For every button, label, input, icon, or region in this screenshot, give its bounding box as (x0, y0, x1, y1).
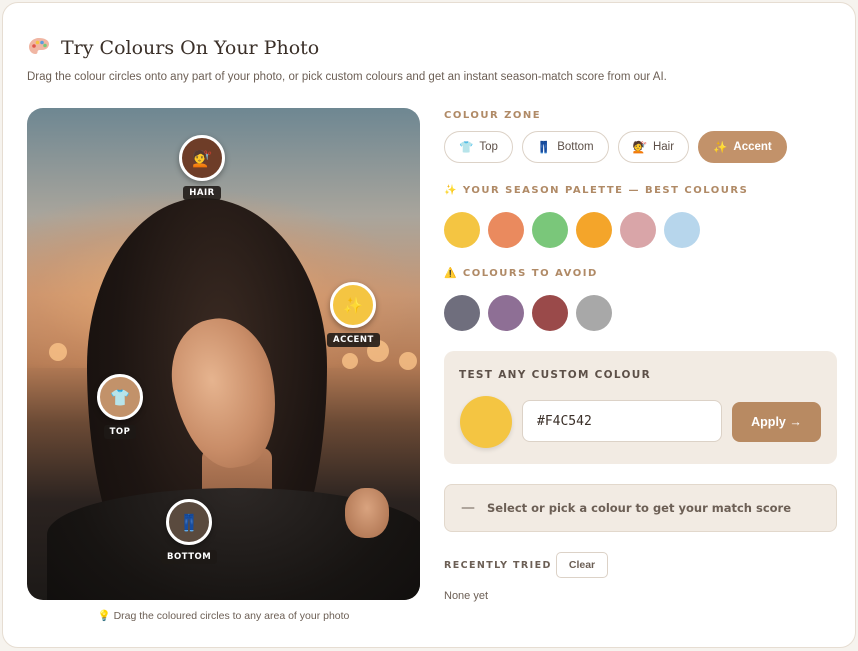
season-palette-label: ✨ YOUR SEASON PALETTE — BEST COLOURS (444, 185, 749, 196)
avoid-swatch[interactable] (444, 295, 480, 331)
t-shirt-icon[interactable]: 👕 (97, 374, 143, 420)
avoid-colours-swatches (444, 295, 612, 331)
marker-top[interactable]: 👕 TOP (97, 374, 143, 439)
clear-button[interactable]: Clear (556, 552, 608, 578)
marker-hair[interactable]: 💇 HAIR (179, 135, 225, 200)
colour-zone-selector: 👕 Top 👖 Bottom 💇 Hair ✨ Accent (444, 131, 787, 163)
header: Try Colours On Your Photo (27, 36, 319, 60)
sparkles-icon[interactable]: ✨ (330, 282, 377, 328)
score-message: Select or pick a colour to get your matc… (487, 501, 792, 515)
hex-colour-input[interactable] (522, 400, 722, 442)
marker-label: BOTTOM (161, 550, 218, 564)
palette-swatch[interactable] (620, 212, 656, 248)
custom-colour-preview[interactable] (460, 396, 512, 448)
sparkles-icon: ✨ (713, 142, 728, 154)
custom-colour-label: TEST ANY CUSTOM COLOUR (459, 369, 651, 381)
palette-swatch[interactable] (488, 212, 524, 248)
zone-label: Hair (652, 141, 675, 153)
page-subtitle: Drag the colour circles onto any part of… (27, 71, 667, 83)
drag-hint: 💡 Drag the coloured circles to any area … (97, 610, 350, 622)
bokeh-light (49, 343, 67, 361)
season-palette-swatches (444, 212, 700, 248)
marker-accent[interactable]: ✨ ACCENT (327, 282, 380, 347)
bokeh-light (342, 353, 358, 369)
palette-swatch[interactable] (532, 212, 568, 248)
avoid-colours-label: ⚠️ COLOURS TO AVOID (444, 268, 598, 279)
artist-palette-icon (29, 38, 49, 54)
recently-tried-empty: None yet (444, 590, 489, 602)
jeans-icon: 👖 (536, 142, 552, 154)
page-title: Try Colours On Your Photo (61, 37, 320, 59)
zone-accent-button[interactable]: ✨ Accent (698, 131, 787, 163)
avoid-swatch[interactable] (488, 295, 524, 331)
try-colours-card: Try Colours On Your Photo Drag the colou… (2, 2, 856, 648)
avoid-swatch[interactable] (576, 295, 612, 331)
zone-bottom-button[interactable]: 👖 Bottom (521, 131, 609, 163)
hairdresser-icon[interactable]: 💇 (179, 135, 225, 181)
t-shirt-icon: 👕 (459, 142, 474, 154)
bokeh-light (399, 352, 417, 370)
zone-label: Accent (733, 141, 772, 153)
avoid-swatch[interactable] (532, 295, 568, 331)
marker-label: ACCENT (327, 333, 380, 347)
recently-tried-label: RECENTLY TRIED (444, 560, 552, 571)
palette-swatch[interactable] (444, 212, 480, 248)
marker-bottom[interactable]: 👖 BOTTOM (161, 499, 218, 564)
palette-swatch[interactable] (664, 212, 700, 248)
marker-label: HAIR (183, 186, 221, 200)
zone-top-button[interactable]: 👕 Top (444, 131, 513, 163)
zone-label: Bottom (557, 141, 594, 153)
marker-label: TOP (103, 425, 137, 439)
palette-swatch[interactable] (576, 212, 612, 248)
jeans-icon[interactable]: 👖 (166, 499, 213, 545)
hairdresser-icon: 💇 (632, 142, 647, 154)
apply-button[interactable]: Apply → (732, 402, 821, 442)
colour-zone-label: COLOUR ZONE (444, 110, 542, 121)
score-placeholder: — (461, 500, 475, 516)
match-score-panel: — Select or pick a colour to get your ma… (444, 484, 837, 532)
custom-colour-panel: TEST ANY CUSTOM COLOUR Apply → (444, 351, 837, 464)
user-photo[interactable]: 💇 HAIR ✨ ACCENT 👕 TOP 👖 BOTTOM (27, 108, 420, 600)
photo-hand (345, 488, 389, 538)
zone-hair-button[interactable]: 💇 Hair (617, 131, 690, 163)
zone-label: Top (479, 141, 498, 153)
